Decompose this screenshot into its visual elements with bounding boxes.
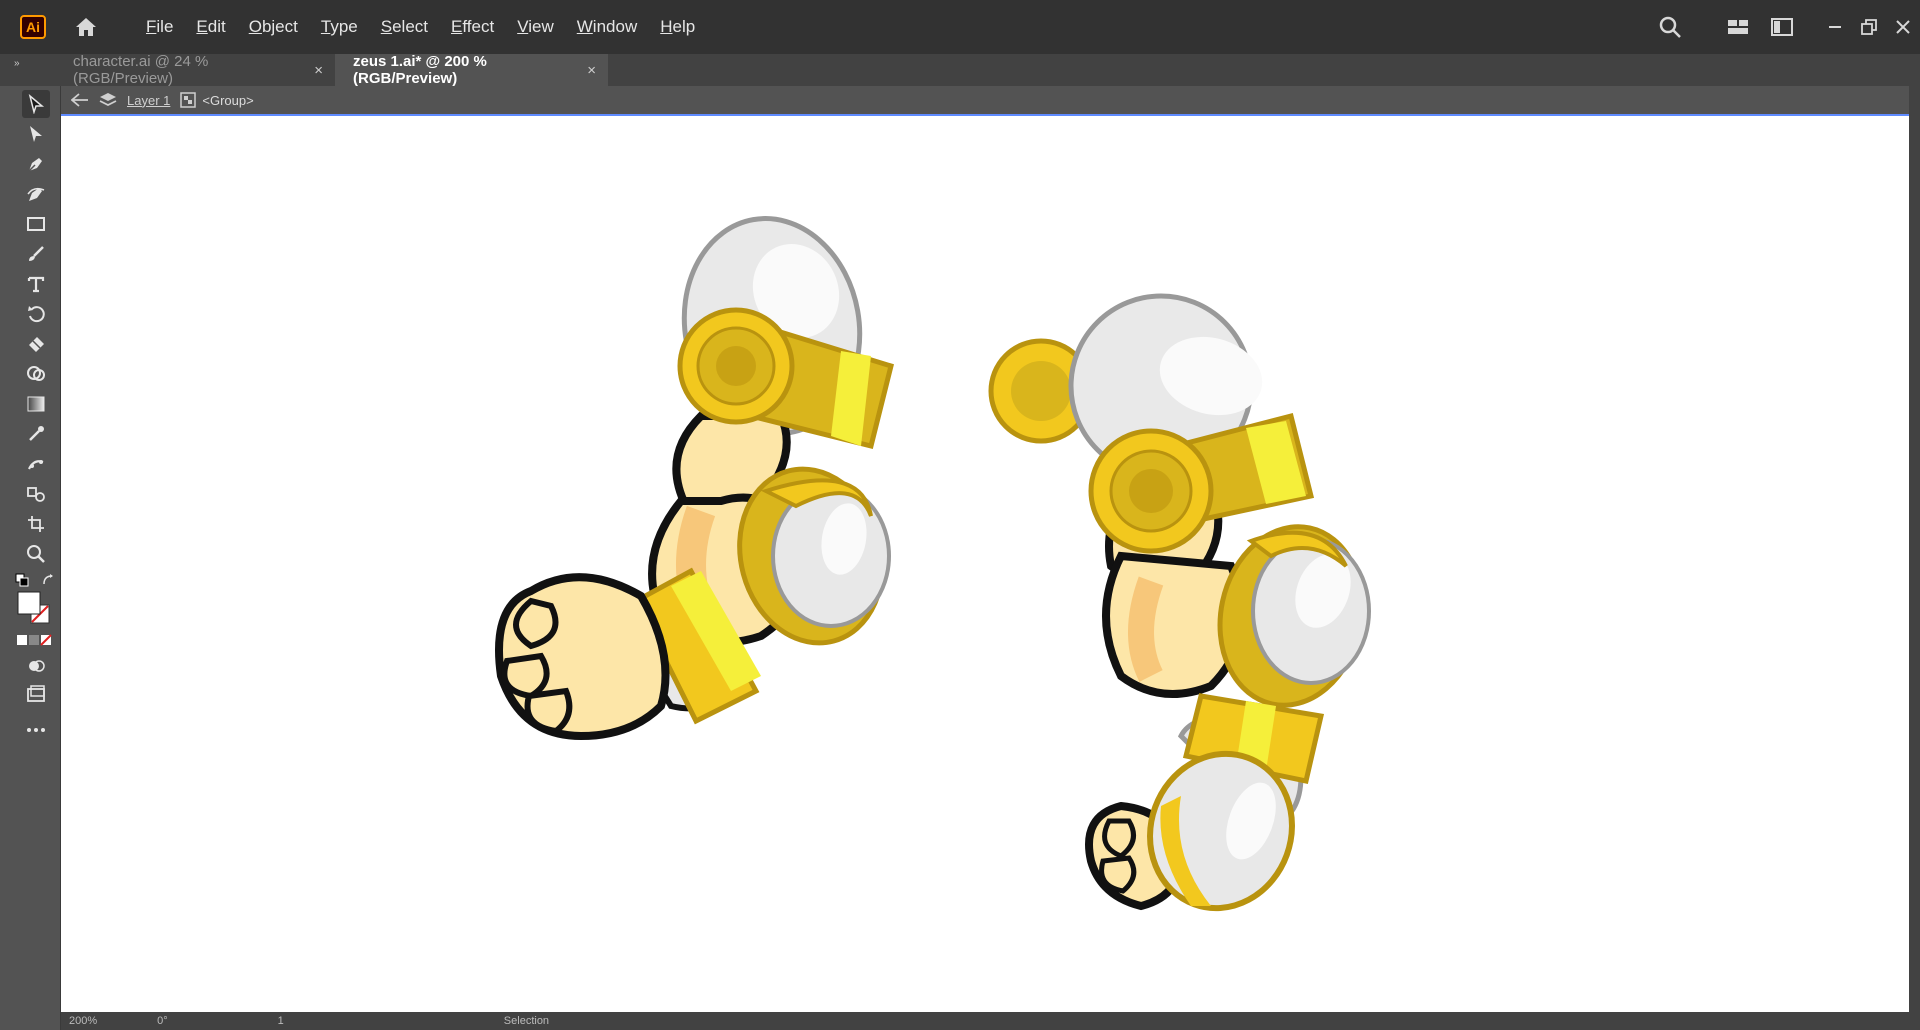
menu-type[interactable]: Type	[321, 17, 358, 37]
menu-file[interactable]: File	[146, 17, 173, 37]
canvas-area[interactable]: Layer 1 <Group> 200% 0° 1 Selection	[61, 86, 1909, 1030]
menu-bar: Ai File Edit Object Type Select Effect V…	[0, 0, 1920, 54]
close-tab-icon[interactable]: ×	[587, 62, 596, 79]
document-tabs: » character.ai @ 24 % (RGB/Preview) × ze…	[0, 53, 1920, 87]
app-logo[interactable]: Ai	[20, 15, 46, 39]
artwork-canvas	[495, 205, 1378, 928]
rotate-tool[interactable]	[22, 300, 50, 328]
workspace-switcher-icon[interactable]	[1762, 7, 1802, 47]
arrange-documents-icon[interactable]	[1718, 7, 1758, 47]
current-tool: Selection	[503, 1015, 550, 1027]
artboard-tool[interactable]	[22, 510, 50, 538]
zoom-tool[interactable]	[22, 540, 50, 568]
menu-window[interactable]: Window	[577, 17, 637, 37]
layers-icon	[99, 92, 117, 108]
menu-view[interactable]: View	[517, 17, 554, 37]
curvature-tool[interactable]	[22, 180, 50, 208]
rotation-angle[interactable]: 0°	[157, 1015, 168, 1027]
rectangle-tool[interactable]	[22, 210, 50, 238]
menu-edit[interactable]: Edit	[196, 17, 225, 37]
eraser-tool[interactable]	[22, 330, 50, 358]
menu-object[interactable]: Object	[249, 17, 298, 37]
shape-builder-tool[interactable]	[22, 360, 50, 388]
puppet-warp-tool[interactable]	[22, 450, 50, 478]
right-arm-artwork[interactable]	[988, 293, 1378, 928]
selection-tool[interactable]	[22, 90, 50, 118]
drawing-modes-icon[interactable]	[22, 652, 50, 680]
minimize-icon[interactable]	[1818, 7, 1852, 47]
menu-effect[interactable]: Effect	[451, 17, 494, 37]
collapse-panels-icon[interactable]: »	[14, 58, 20, 69]
type-tool[interactable]	[22, 270, 50, 298]
tab-character[interactable]: character.ai @ 24 % (RGB/Preview) ×	[55, 53, 335, 87]
tab-zeus[interactable]: zeus 1.ai* @ 200 % (RGB/Preview) ×	[335, 53, 608, 87]
group-icon	[180, 92, 197, 108]
vertical-scrollbar[interactable]	[1909, 86, 1920, 1030]
swap-colors-icon[interactable]	[40, 572, 56, 588]
menu-help[interactable]: Help	[660, 17, 695, 37]
isolation-mode-bar: Layer 1 <Group>	[61, 86, 1909, 116]
breadcrumb-group[interactable]: <Group>	[202, 93, 253, 108]
home-icon[interactable]	[72, 13, 100, 41]
color-mode-icons[interactable]	[14, 632, 54, 648]
zoom-level[interactable]: 200%	[69, 1015, 97, 1027]
gradient-tool[interactable]	[22, 390, 50, 418]
isolation-back-icon[interactable]	[71, 93, 89, 107]
artboard[interactable]	[61, 116, 1909, 1012]
symbol-sprayer-tool[interactable]	[22, 480, 50, 508]
breadcrumb-layer[interactable]: Layer 1	[127, 93, 170, 108]
search-icon[interactable]	[1650, 7, 1690, 47]
screen-mode-icon[interactable]	[22, 680, 50, 708]
tab-label: zeus 1.ai* @ 200 % (RGB/Preview)	[353, 53, 487, 87]
menu-select[interactable]: Select	[381, 17, 428, 37]
restore-icon[interactable]	[1852, 7, 1886, 47]
status-bar: 200% 0° 1 Selection	[61, 1012, 1909, 1030]
default-colors-icon[interactable]	[14, 572, 30, 588]
eyedropper-tool[interactable]	[22, 420, 50, 448]
edit-toolbar-icon[interactable]	[22, 716, 50, 744]
pen-tool[interactable]	[22, 150, 50, 178]
direct-selection-tool[interactable]	[22, 120, 50, 148]
paintbrush-tool[interactable]	[22, 240, 50, 268]
tab-label: character.ai @ 24 % (RGB/Preview)	[73, 53, 209, 87]
main-menu: File Edit Object Type Select Effect View…	[146, 17, 718, 37]
close-tab-icon[interactable]: ×	[314, 62, 323, 79]
fill-stroke-swatch[interactable]	[16, 590, 52, 626]
close-icon[interactable]	[1886, 7, 1920, 47]
artboard-number[interactable]: 1	[278, 1015, 284, 1027]
tools-panel	[10, 86, 61, 1030]
left-arm-artwork[interactable]	[495, 205, 901, 741]
